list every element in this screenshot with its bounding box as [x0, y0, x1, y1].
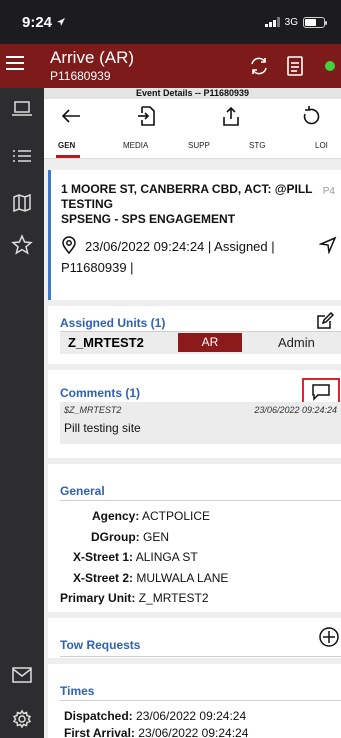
tow-requests-title: Tow Requests — [60, 638, 141, 652]
first-arrival-row: First Arrival: 23/06/2022 09:24:24 — [64, 726, 249, 738]
unit-status-badge: AR — [178, 333, 242, 352]
divider — [60, 700, 341, 701]
dispatched-value: 23/06/2022 09:24:24 — [136, 709, 247, 723]
xstreet1-row: X-Street 1: ALINGA ST — [73, 550, 198, 564]
comment-item: $Z_MRTEST2 23/06/2022 09:24:24 Pill test… — [60, 402, 341, 444]
sync-icon[interactable] — [248, 55, 270, 77]
comment-author: $Z_MRTEST2 — [64, 405, 122, 415]
event-type: SPSENG - SPS ENGAGEMENT — [61, 212, 236, 226]
tow-requests-card: Tow Requests — [48, 618, 341, 658]
priority-label: P4 — [322, 186, 335, 197]
primary-unit-value: Z_MRTEST2 — [138, 591, 209, 605]
xstreet2-row: X-Street 2: MULWALA LANE — [73, 571, 229, 585]
event-datetime-status: 23/06/2022 09:24:24 | Assigned | — [85, 239, 275, 254]
comments-title: Comments (1) — [60, 386, 141, 400]
general-title: General — [60, 484, 105, 498]
tab-stg[interactable]: STG — [249, 141, 265, 150]
sidebar — [0, 88, 44, 738]
times-title: Times — [60, 684, 95, 698]
xstreet2-value: MULWALA LANE — [136, 571, 229, 585]
navigate-icon[interactable] — [319, 236, 337, 254]
assigned-units-title: Assigned Units (1) — [60, 316, 166, 330]
divider — [60, 656, 341, 657]
document-icon[interactable] — [286, 55, 304, 77]
agency-value: ACTPOLICE — [142, 509, 211, 523]
location-pin-icon — [62, 236, 76, 254]
general-card: General Agency: ACTPOLICE DGroup: GEN X-… — [48, 464, 341, 612]
dgroup-value: GEN — [143, 530, 170, 544]
share-icon[interactable] — [220, 105, 242, 127]
sidebar-settings-icon[interactable] — [9, 706, 35, 732]
comment-text: Pill testing site — [64, 421, 141, 435]
signal-icon — [264, 17, 280, 27]
dispatched-row: Dispatched: 23/06/2022 09:24:24 — [64, 709, 247, 723]
active-tab-indicator — [56, 155, 80, 158]
location-arrow-icon — [57, 18, 66, 26]
connection-status-dot — [325, 61, 335, 71]
undo-icon[interactable] — [300, 105, 322, 127]
tab-supp[interactable]: SUPP — [188, 141, 210, 150]
agency-row: Agency: ACTPOLICE — [92, 509, 211, 523]
comment-bubble-icon — [312, 384, 330, 401]
event-details-bar: Event Details -- P11680939 — [44, 88, 341, 99]
add-circle-icon[interactable] — [318, 626, 340, 648]
status-bar: 9:24 3G — [0, 0, 341, 44]
divider — [60, 500, 341, 501]
primary-unit-row: Primary Unit: Z_MRTEST2 — [60, 591, 209, 605]
export-document-icon[interactable] — [136, 105, 158, 127]
first-arrival-value: 23/06/2022 09:24:24 — [138, 726, 249, 738]
header-title: Arrive (AR) — [50, 48, 135, 67]
dgroup-row: DGroup: GEN — [91, 530, 170, 544]
unit-name: Z_MRTEST2 — [68, 335, 144, 350]
sidebar-list-icon[interactable] — [9, 143, 35, 169]
sidebar-laptop-icon[interactable] — [9, 96, 35, 122]
toolbar — [44, 99, 341, 135]
xstreet1-value: ALINGA ST — [135, 550, 198, 564]
network-type: 3G — [284, 16, 298, 28]
tab-gen[interactable]: GEN — [58, 141, 75, 150]
tab-bar: GEN MEDIA SUPP STG LOI — [44, 135, 341, 159]
event-address-line2: TESTING — [61, 197, 114, 211]
tab-loi[interactable]: LOI — [315, 141, 328, 150]
hamburger-menu-icon[interactable] — [6, 56, 24, 70]
event-address: 1 MOORE ST, CANBERRA CBD, ACT: @PILL — [61, 182, 313, 196]
event-id: P11680939 | — [61, 260, 134, 275]
comments-card: Comments (1) $Z_MRTEST2 23/06/2022 09:24… — [48, 370, 341, 458]
sidebar-mail-icon[interactable] — [9, 662, 35, 688]
assigned-units-card: Assigned Units (1) Z_MRTEST2 AR Admin — [48, 306, 341, 364]
sidebar-map-icon[interactable] — [9, 190, 35, 216]
app-header: Arrive (AR) P11680939 — [0, 44, 341, 88]
unit-row[interactable]: Z_MRTEST2 AR Admin — [60, 332, 341, 354]
main-content: Event Details -- P11680939 GEN MEDIA SUP… — [44, 88, 341, 738]
edit-icon[interactable] — [316, 312, 334, 330]
clock: 9:24 — [22, 13, 53, 31]
comment-time: 23/06/2022 09:24:24 — [254, 405, 337, 415]
unit-role: Admin — [278, 335, 315, 350]
event-summary-card[interactable]: 1 MOORE ST, CANBERRA CBD, ACT: @PILL P4 … — [48, 170, 341, 300]
back-arrow-icon[interactable] — [60, 105, 82, 127]
times-card: Times Dispatched: 23/06/2022 09:24:24 Fi… — [48, 664, 341, 738]
tab-media[interactable]: MEDIA — [123, 141, 148, 150]
sidebar-star-icon[interactable] — [9, 232, 35, 258]
battery-icon — [303, 16, 327, 28]
header-subtitle: P11680939 — [50, 69, 111, 83]
